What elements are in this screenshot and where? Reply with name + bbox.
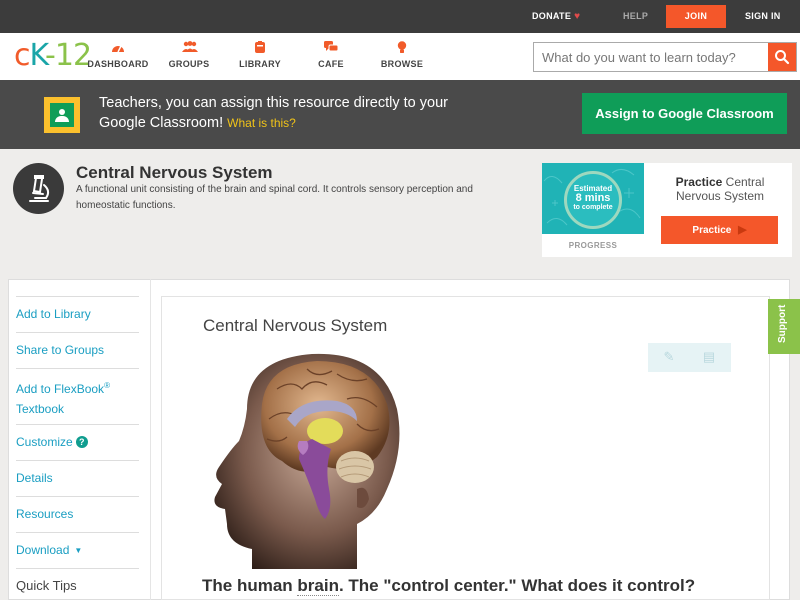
join-button[interactable]: JOIN: [666, 5, 726, 28]
search-icon: [775, 50, 790, 65]
dashboard-icon: [111, 41, 125, 54]
support-tab[interactable]: Support: [768, 299, 800, 354]
practice-button-label: Practice: [692, 225, 732, 236]
nav-dashboard[interactable]: DASHBOARD: [83, 41, 153, 69]
what-is-this-link[interactable]: What is this?: [227, 116, 296, 130]
estimated-minutes: 8 mins: [575, 192, 611, 204]
chevron-right-icon: ▶: [738, 224, 747, 236]
progress-panel: Estimated 8 mins to complete: [542, 163, 644, 234]
sidebar-item-quick-tips[interactable]: Quick Tips: [16, 568, 139, 600]
sign-in-link[interactable]: SIGN IN: [745, 11, 781, 21]
search-input[interactable]: [534, 43, 768, 71]
nav-label: LIBRARY: [239, 59, 281, 69]
search-box: [533, 42, 797, 72]
sidebar-item-add-to-library[interactable]: Add to Library: [16, 296, 139, 332]
main-nav: cK-12 DASHBOARD GROUPS LIBRARY CAFE BROW…: [0, 33, 800, 80]
help-icon[interactable]: ?: [75, 436, 88, 448]
nav-library[interactable]: LIBRARY: [225, 41, 295, 69]
nav-label: GROUPS: [168, 59, 210, 69]
library-icon: [253, 41, 267, 54]
google-classroom-icon: [44, 97, 80, 133]
microscope-icon: [13, 163, 64, 214]
lesson-title: Central Nervous System: [203, 316, 388, 335]
groups-icon: [182, 41, 198, 54]
cafe-icon: [324, 41, 339, 54]
support-label: Support: [777, 304, 788, 343]
customize-label: Customize: [16, 435, 73, 449]
sidebar-item-resources[interactable]: Resources: [16, 496, 139, 532]
concept-title: Central Nervous System: [76, 163, 273, 182]
practice-title: Practice Central Nervous System: [660, 175, 780, 203]
logo-k: K: [29, 38, 47, 73]
download-label: Download: [16, 543, 70, 557]
banner-message: Teachers, you can assign this resource d…: [99, 93, 459, 133]
to-complete-label: to complete: [573, 204, 613, 211]
practice-button[interactable]: Practice ▶: [661, 216, 778, 244]
sidebar-item-details[interactable]: Details: [16, 460, 139, 496]
top-bar: DONATE ♥ HELP JOIN SIGN IN: [0, 0, 800, 33]
nav-groups[interactable]: GROUPS: [154, 41, 224, 69]
ck12-logo[interactable]: cK-12: [14, 38, 92, 73]
sidebar-item-download[interactable]: Download ▼: [16, 532, 139, 568]
progress-label: PROGRESS: [568, 241, 618, 250]
practice-title-bold: Practice: [675, 175, 723, 189]
pencil-icon[interactable]: ✎: [661, 349, 677, 365]
nav-label: CAFE: [318, 59, 344, 69]
nav-cafe[interactable]: CAFE: [296, 41, 366, 69]
question-part-2: . The "control center." What does it con…: [338, 576, 696, 595]
lesson-content: Central Nervous System ✎ ▤ The human bra…: [161, 296, 770, 600]
concept-description: A functional unit consisting of the brai…: [76, 184, 473, 211]
sidebar-divider: [150, 279, 151, 600]
nav-browse[interactable]: BROWSE: [367, 41, 437, 69]
logo-c: c: [14, 38, 30, 73]
notes-icon[interactable]: ▤: [701, 349, 717, 365]
sidebar-item-add-to-flexbook[interactable]: Add to FlexBook® Textbook: [16, 368, 139, 424]
caret-down-icon: ▼: [74, 546, 83, 555]
help-link[interactable]: HELP: [623, 11, 648, 21]
donate-link[interactable]: DONATE ♥: [532, 11, 580, 22]
heart-icon: ♥: [574, 11, 581, 22]
sidebar-item-customize[interactable]: Customize?: [16, 424, 139, 460]
practice-card: Estimated 8 mins to complete PROGRESS Pr…: [542, 163, 792, 257]
flexbook-textbook-label: Textbook: [16, 402, 65, 416]
assign-to-google-classroom-button[interactable]: Assign to Google Classroom: [582, 93, 787, 134]
browse-icon: [395, 41, 409, 54]
question-part-1: The human: [202, 576, 298, 595]
glossary-term-brain[interactable]: brain: [297, 576, 339, 596]
brain-illustration: [214, 353, 400, 569]
nav-label: BROWSE: [380, 59, 424, 69]
nav-label: DASHBOARD: [87, 59, 149, 69]
search-button[interactable]: [768, 43, 796, 71]
donate-label: DONATE: [532, 11, 572, 21]
sidebar-item-share-to-groups[interactable]: Share to Groups: [16, 332, 139, 368]
estimated-time-badge: Estimated 8 mins to complete: [564, 171, 622, 229]
registered-mark: ®: [104, 381, 110, 390]
flexbook-label: Add to FlexBook: [16, 382, 105, 396]
annotation-toolbar: ✎ ▤: [648, 343, 731, 372]
lesson-question: The human brain. The "control center." W…: [202, 576, 695, 596]
